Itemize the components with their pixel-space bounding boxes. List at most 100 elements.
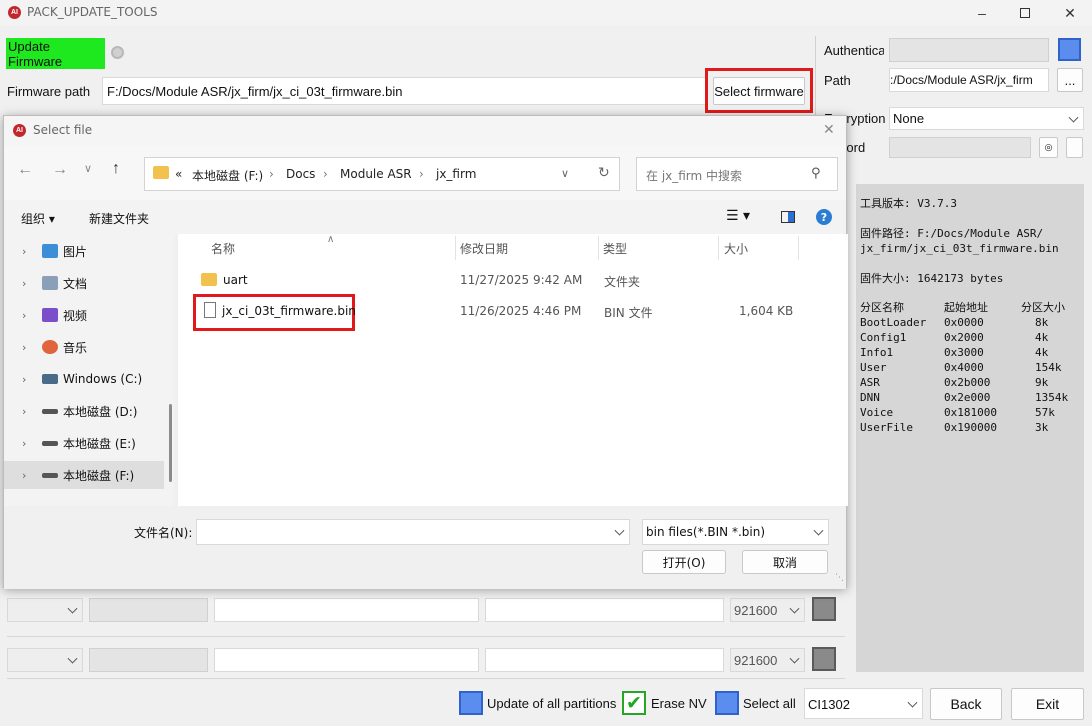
encryption-select[interactable]: None	[889, 107, 1084, 130]
nav-item-drive-c[interactable]: › Windows (C:)	[4, 365, 164, 393]
nav-item-drive-f[interactable]: › 本地磁盘 (F:)	[4, 461, 164, 489]
baud-select-1[interactable]: 921600	[730, 598, 805, 622]
expand-chevron-icon[interactable]: ›	[22, 469, 32, 482]
partition-addr: 0x181000	[944, 406, 997, 419]
nav-item-drive-d[interactable]: › 本地磁盘 (D:)	[4, 397, 164, 425]
eye-icon: ◎	[1044, 142, 1053, 152]
column-sep	[455, 236, 456, 260]
documents-icon	[42, 276, 58, 290]
breadcrumb-docs[interactable]: Docs	[286, 167, 315, 181]
baud-select-2[interactable]: 921600	[730, 648, 805, 672]
address-bar[interactable]: « 本地磁盘 (F:) › Docs › Module ASR › jx_fir…	[144, 157, 620, 191]
dialog-close-button[interactable]: ✕	[823, 121, 835, 138]
show-password-button[interactable]: ◎	[1039, 137, 1058, 158]
partition-table: 分区名称 起始地址 分区大小 BootLoader 0x0000 8k Config…	[860, 300, 1068, 435]
select-firmware-button[interactable]: Select firmware	[713, 77, 805, 105]
port-select-1[interactable]	[7, 598, 83, 622]
chevron-down-icon	[907, 697, 918, 708]
chevron-down-icon	[67, 653, 78, 664]
column-name[interactable]: 名称	[211, 240, 235, 257]
exit-button[interactable]: Exit	[1011, 688, 1084, 720]
back-button[interactable]: Back	[930, 688, 1002, 720]
column-modified[interactable]: 修改日期	[460, 240, 508, 257]
up-arrow-icon[interactable]: ↑	[112, 160, 120, 178]
drive-icon	[42, 472, 58, 478]
list-item[interactable]: uart 11/27/2025 9:42 AM 文件夹	[178, 266, 848, 294]
file-type-filter[interactable]: bin files(*.BIN *.bin)	[642, 519, 829, 545]
update-all-checkbox[interactable]	[459, 691, 483, 715]
filename-label: 文件名(N):	[134, 526, 193, 540]
maximize-button[interactable]	[1005, 0, 1045, 26]
partition-header: 分区名称 起始地址 分区大小	[860, 300, 1068, 315]
firmware-path-label: Firmware path	[7, 84, 91, 99]
navigation-pane: › 图片 › 文档 › 视频 › 音乐 › Windows (C:) › 本地磁盘 (D:)…	[4, 234, 174, 506]
chip-select[interactable]: CI1302	[804, 688, 923, 719]
firmware-path-input[interactable]: F:/Docs/Module ASR/jx_firm/jx_ci_03t_fir…	[102, 77, 706, 105]
nav-label: 本地磁盘 (E:)	[63, 436, 136, 451]
new-folder-button[interactable]: 新建文件夹	[89, 210, 149, 227]
expand-chevron-icon[interactable]: ›	[22, 277, 32, 290]
expand-chevron-icon[interactable]: ›	[22, 373, 32, 386]
authentication-field[interactable]	[889, 38, 1049, 62]
organize-button[interactable]: 组织 ▾	[21, 210, 55, 227]
status-radio[interactable]	[111, 46, 124, 59]
select-all-checkbox[interactable]	[715, 691, 739, 715]
port-info-1	[214, 598, 479, 622]
search-box[interactable]: 在 jx_firm 中搜索 ⚲	[636, 157, 838, 191]
file-name: jx_ci_03t_firmware.bin	[222, 304, 356, 318]
authentication-checkbox[interactable]	[1058, 38, 1081, 61]
breadcrumb-module[interactable]: Module ASR	[340, 167, 412, 181]
breadcrumb-jxfirm[interactable]: jx_firm	[436, 167, 476, 181]
cancel-button[interactable]: 取消	[742, 550, 828, 574]
refresh-icon[interactable]: ↻	[598, 165, 610, 181]
nav-scrollbar[interactable]	[169, 404, 172, 482]
sort-chevron-icon: ∧	[327, 234, 335, 245]
column-size[interactable]: 大小	[724, 240, 748, 257]
recent-chevron-icon[interactable]: ∨	[84, 162, 92, 175]
minimize-button[interactable]: –	[962, 0, 1002, 26]
nav-item-drive-e[interactable]: › 本地磁盘 (E:)	[4, 429, 164, 457]
port-status-2	[89, 648, 208, 672]
port-info-2	[214, 648, 479, 672]
password-field[interactable]	[889, 137, 1031, 158]
resize-grip-icon[interactable]: ⋱	[835, 572, 844, 583]
address-chevron-icon[interactable]: ∨	[561, 167, 569, 180]
nav-item-pictures[interactable]: › 图片	[4, 237, 164, 265]
file-list: ∧ 名称 修改日期 类型 大小 uart 11/27/2025 9:42 AM …	[178, 234, 848, 506]
help-icon[interactable]: ?	[816, 209, 832, 225]
browse-button[interactable]: ...	[1057, 68, 1083, 92]
nav-item-music[interactable]: › 音乐	[4, 333, 164, 361]
port-select-2[interactable]	[7, 648, 83, 672]
nav-item-videos[interactable]: › 视频	[4, 301, 164, 329]
expand-chevron-icon[interactable]: ›	[22, 245, 32, 258]
breadcrumb-drive[interactable]: 本地磁盘 (F:)	[192, 167, 263, 184]
dialog-bottom: 文件名(N): bin files(*.BIN *.bin) 打开(O) 取消 …	[4, 506, 846, 589]
breadcrumb-overflow[interactable]: «	[175, 167, 182, 181]
log-panel: 工具版本: V3.7.3 固件路径: F:/Docs/Module ASR/ j…	[856, 184, 1084, 672]
expand-chevron-icon[interactable]: ›	[22, 341, 32, 354]
dialog-title: Select file	[33, 123, 93, 137]
expand-chevron-icon[interactable]: ›	[22, 405, 32, 418]
erase-nv-checkbox[interactable]: ✔	[622, 691, 646, 715]
back-arrow-icon[interactable]: ←	[17, 161, 33, 179]
forward-arrow-icon[interactable]: →	[52, 161, 68, 179]
port-checkbox-1[interactable]	[812, 597, 836, 621]
close-icon: ✕	[1064, 4, 1076, 21]
partition-row: Voice 0x181000 57k	[860, 405, 1068, 420]
password-extra-button[interactable]	[1066, 137, 1083, 158]
list-item[interactable]: jx_ci_03t_firmware.bin 11/26/2025 4:46 P…	[178, 294, 848, 331]
view-menu-icon[interactable]: ☰ ▾	[726, 208, 750, 224]
close-button[interactable]: ✕	[1050, 0, 1090, 26]
expand-chevron-icon[interactable]: ›	[22, 437, 32, 450]
nav-label: 文档	[63, 276, 88, 291]
filename-input[interactable]	[196, 519, 630, 545]
path-input[interactable]: :/Docs/Module ASR/jx_firm	[889, 68, 1049, 92]
nav-item-documents[interactable]: › 文档	[4, 269, 164, 297]
preview-pane-icon[interactable]	[781, 211, 795, 223]
port-checkbox-2[interactable]	[812, 647, 836, 671]
expand-chevron-icon[interactable]: ›	[22, 309, 32, 322]
column-type[interactable]: 类型	[603, 240, 627, 257]
open-button[interactable]: 打开(O)	[642, 550, 726, 574]
partition-size: 8k	[1035, 316, 1049, 329]
close-icon: ✕	[823, 121, 835, 137]
